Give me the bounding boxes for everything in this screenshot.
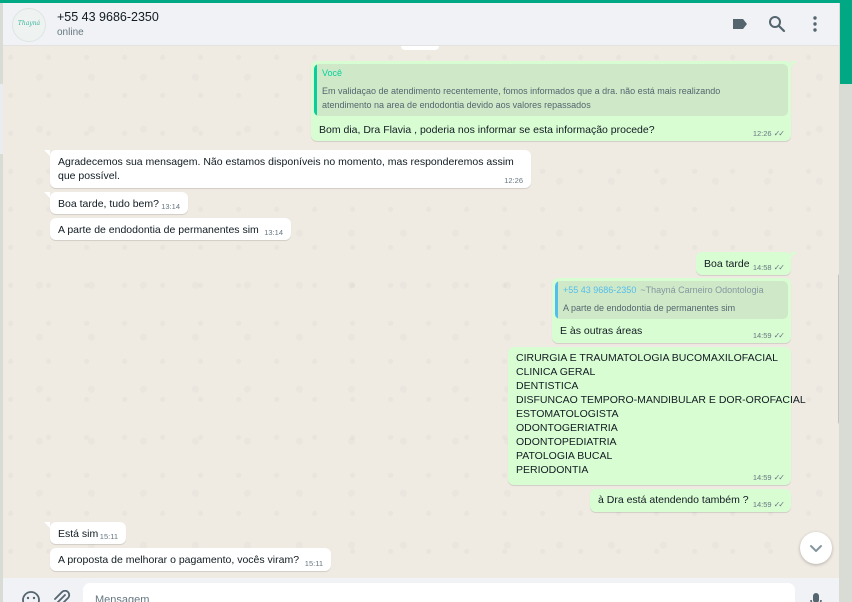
- date-chip: [401, 46, 439, 50]
- bubble-tail: [791, 61, 797, 67]
- quoted-message[interactable]: Você Em validaçao de atendimento recente…: [314, 64, 788, 116]
- attach-icon[interactable]: [51, 589, 71, 602]
- message-time: 12:26: [504, 176, 523, 185]
- contact-name[interactable]: +55 43 9686-2350: [57, 10, 159, 24]
- scroll-to-bottom-button[interactable]: [800, 532, 832, 564]
- message-text: Bom dia, Dra Flavia , poderia nos inform…: [319, 124, 655, 136]
- message-time: 14:58 ✓✓: [752, 263, 785, 272]
- quote-author-name: ~Thayná Carneiro Odontologia: [640, 285, 764, 295]
- message-text: A parte de endodontia de permanentes sim: [58, 224, 259, 236]
- quote-author: +55 43 9686-2350 ~Thayná Carneiro Odontol…: [563, 285, 764, 295]
- message-time: 15:11: [99, 532, 118, 541]
- message-input-placeholder: Mensagem: [95, 594, 150, 602]
- quote-bar: [314, 64, 317, 116]
- emoji-icon[interactable]: [21, 590, 41, 602]
- label-icon[interactable]: [730, 14, 750, 34]
- message-text: E às outras áreas: [560, 325, 643, 337]
- whatsapp-chat-window: Thayná +55 43 9686-2350 online Você Em v…: [0, 0, 852, 602]
- read-ticks-icon: ✓✓: [773, 500, 785, 509]
- contact-status: online: [57, 27, 84, 38]
- mic-icon[interactable]: [806, 590, 826, 602]
- quote-text: Em validaçao de atendimento recentemente…: [322, 86, 721, 110]
- message-time: 15:11: [304, 559, 323, 568]
- bubble-tail: [44, 150, 50, 156]
- message-text: Boa tarde: [704, 258, 750, 270]
- quoted-message[interactable]: +55 43 9686-2350 ~Thayná Carneiro Odontol…: [555, 281, 788, 319]
- outgoing-message[interactable]: +55 43 9686-2350 ~Thayná Carneiro Odontol…: [552, 278, 791, 343]
- message-text: CIRURGIA E TRAUMATOLOGIA BUCOMAXILOFACIA…: [516, 352, 806, 476]
- avatar[interactable]: Thayná: [12, 8, 46, 42]
- message-time: 13:14: [264, 228, 283, 237]
- incoming-message[interactable]: Está sim 15:11: [44, 522, 126, 544]
- message-time: 12:26 ✓✓: [752, 129, 785, 138]
- quote-bar: [555, 281, 558, 319]
- time-text: 12:26: [752, 129, 772, 138]
- message-text: Boa tarde, tudo bem?: [58, 198, 159, 210]
- message-time: 14:59 ✓✓: [752, 473, 785, 482]
- incoming-message[interactable]: A parte de endodontia de permanentes sim…: [50, 218, 291, 240]
- message-input[interactable]: Mensagem: [83, 583, 795, 602]
- outgoing-message[interactable]: Você Em validaçao de atendimento recente…: [311, 61, 797, 141]
- composer-bar: Mensagem: [3, 578, 839, 602]
- message-time: 14:59 ✓✓: [752, 331, 785, 340]
- message-text: Está sim: [58, 528, 99, 540]
- time-text: 14:59: [752, 331, 772, 340]
- time-text: 14:58: [752, 263, 772, 272]
- read-ticks-icon: ✓✓: [773, 331, 785, 340]
- message-time: 13:14: [161, 202, 180, 211]
- read-ticks-icon: ✓✓: [773, 129, 785, 138]
- bubble-tail: [44, 522, 50, 528]
- quote-text: A parte de endodontia de permanentes sim: [563, 303, 736, 313]
- background-accent-strip: [840, 0, 852, 84]
- read-ticks-icon: ✓✓: [773, 473, 785, 482]
- outgoing-message[interactable]: CIRURGIA E TRAUMATOLOGIA BUCOMAXILOFACIA…: [508, 347, 806, 485]
- outgoing-message[interactable]: Boa tarde 14:58 ✓✓: [696, 252, 797, 275]
- quote-author: Você: [322, 68, 343, 78]
- read-ticks-icon: ✓✓: [773, 263, 785, 272]
- avatar-logo-text: Thayná: [17, 20, 41, 27]
- time-text: 14:59: [752, 473, 772, 482]
- message-text: A proposta de melhorar o pagamento, você…: [58, 554, 300, 566]
- message-list[interactable]: Você Em validaçao de atendimento recente…: [3, 46, 839, 578]
- incoming-message[interactable]: A proposta de melhorar o pagamento, você…: [50, 548, 331, 571]
- bubble-tail: [791, 252, 797, 258]
- message-text: à Dra está atendendo também ?: [598, 494, 749, 506]
- scrollbar[interactable]: [838, 274, 839, 424]
- bubble-tail: [44, 192, 50, 198]
- quote-author-number: +55 43 9686-2350: [563, 285, 637, 295]
- menu-icon[interactable]: [805, 14, 825, 34]
- message-text: Agradecemos sua mensagem. Não estamos di…: [58, 156, 514, 182]
- search-icon[interactable]: [767, 14, 787, 34]
- chevron-down-icon: [810, 545, 822, 552]
- incoming-message[interactable]: Boa tarde, tudo bem? 13:14: [44, 192, 188, 214]
- chat-header: Thayná +55 43 9686-2350 online: [3, 3, 839, 46]
- time-text: 14:59: [752, 500, 772, 509]
- incoming-message[interactable]: Agradecemos sua mensagem. Não estamos di…: [44, 150, 531, 188]
- outgoing-message[interactable]: à Dra está atendendo também ? 14:59 ✓✓: [590, 489, 791, 512]
- message-time: 14:59 ✓✓: [752, 500, 785, 509]
